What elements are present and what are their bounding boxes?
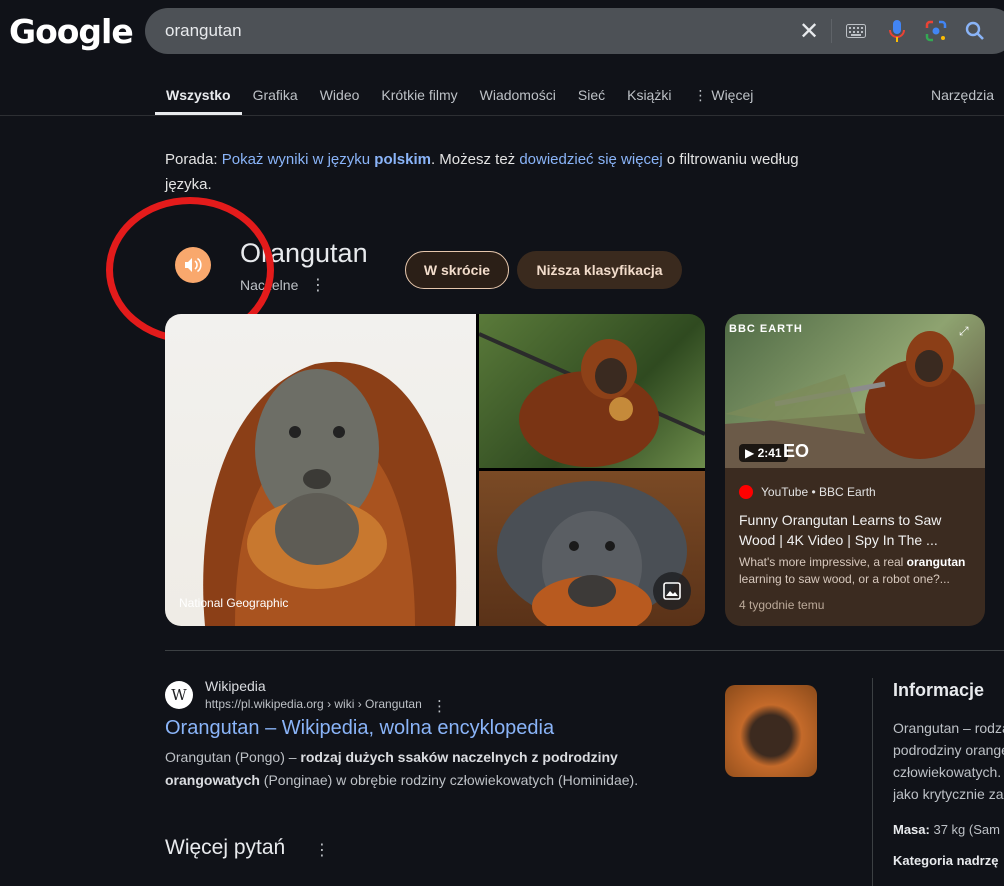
video-snippet: What's more impressive, a real orangutan… — [739, 554, 974, 588]
tab-images[interactable]: Grafika — [242, 75, 309, 115]
tip-link1-bold: polskim — [374, 151, 431, 168]
tip-link1-text: Pokaż wyniki w języku — [221, 151, 375, 168]
tab-news[interactable]: Wiadomości — [469, 75, 567, 115]
info-panel-description: Orangutan – rodza podrodziny orange czło… — [893, 717, 1004, 805]
tip-prefix: Porada: — [165, 151, 222, 168]
tab-books[interactable]: Książki — [616, 75, 682, 115]
video-snippet-bold: orangutan — [906, 555, 966, 569]
tabs-divider — [0, 115, 1004, 116]
tools-button[interactable]: Narzędzia — [931, 87, 994, 103]
wiki-snippet-c: (Ponginae) w obrębie rodziny człowiekowa… — [259, 772, 639, 788]
info-line: człowiekowatych. — [893, 764, 1002, 780]
tip-middle: . Możesz też — [430, 151, 520, 168]
video-title[interactable]: Funny Orangutan Learns to Saw Wood | 4K … — [739, 510, 974, 550]
chip-lower-classification[interactable]: Niższa klasyfikacja — [517, 251, 682, 289]
orangutan-tree-image[interactable] — [479, 314, 705, 468]
result-site-name[interactable]: Wikipedia — [205, 678, 266, 694]
result-snippet: Orangutan (Pongo) – rodzaj dużych ssaków… — [165, 746, 685, 792]
result-more-options-icon[interactable]: ⋮ — [432, 697, 447, 715]
wikipedia-icon[interactable]: W — [165, 681, 193, 709]
search-divider — [831, 19, 832, 43]
search-tabs: Wszystko Grafika Wideo Krótkie filmy Wia… — [155, 75, 764, 115]
more-questions-heading: Więcej pytań — [165, 836, 286, 859]
expand-icon[interactable]: ⤢ — [959, 324, 975, 340]
orangutan-male-image[interactable] — [479, 471, 705, 626]
mic-icon[interactable] — [885, 19, 909, 43]
google-logo[interactable]: Google — [9, 12, 134, 51]
info-mass: Masa: 37 kg (Sam — [893, 822, 1000, 837]
entity-more-options-icon[interactable]: ⋮ — [310, 275, 326, 295]
video-source: YouTube • BBC Earth — [761, 485, 876, 499]
search-icon[interactable] — [963, 19, 987, 43]
results-divider — [165, 650, 1004, 651]
chip-overview[interactable]: W skrócie — [405, 251, 509, 289]
image-icon — [663, 582, 681, 600]
info-panel-divider — [872, 678, 873, 886]
info-category-label: Kategoria nadrzę — [893, 853, 999, 868]
result-url[interactable]: https://pl.wikipedia.org › wiki › Orangu… — [205, 697, 422, 711]
more-questions-options-icon[interactable]: ⋮ — [314, 840, 330, 860]
info-line: podrodziny orange — [893, 742, 1004, 758]
info-line: jako krytycznie za — [893, 786, 1004, 802]
video-duration-text: 2:41 — [757, 446, 782, 460]
info-line: Orangutan – rodza — [893, 720, 1004, 736]
video-snippet-c: learning to saw wood, or a robot one?... — [739, 572, 950, 586]
tab-video[interactable]: Wideo — [309, 75, 371, 115]
tab-all[interactable]: Wszystko — [155, 75, 242, 115]
youtube-icon — [739, 485, 753, 499]
search-input[interactable] — [165, 8, 765, 54]
video-result-card[interactable]: BBC EARTH ⤢ ▶ 2:41 EO YouTube • BBC Eart… — [725, 314, 985, 626]
lens-icon[interactable] — [924, 19, 948, 43]
info-category[interactable]: Kategoria nadrzę — [893, 853, 998, 868]
orangutan-main-image[interactable]: National Geographic — [165, 314, 476, 626]
info-mass-value: 37 kg (Sam — [929, 822, 1000, 837]
result-thumbnail[interactable] — [725, 685, 817, 777]
image-source-label: National Geographic — [179, 596, 289, 610]
learn-more-link[interactable]: dowiedzieć się więcej — [519, 151, 662, 168]
tab-short-videos[interactable]: Krótkie filmy — [370, 75, 468, 115]
wiki-snippet-a: Orangutan (Pongo) – — [165, 749, 301, 765]
video-snippet-a: What's more impressive, a real — [739, 555, 907, 569]
info-mass-label: Masa: — [893, 822, 930, 837]
images-button[interactable] — [653, 572, 691, 610]
keyboard-icon[interactable] — [844, 19, 868, 43]
video-duration: ▶ 2:41 — [739, 444, 788, 462]
info-panel-title: Informacje — [893, 680, 985, 700]
tab-more[interactable]: ⋮ Więcej — [682, 75, 764, 115]
tab-web[interactable]: Sieć — [567, 75, 616, 115]
close-icon[interactable]: ✕ — [797, 18, 821, 45]
bbc-earth-logo: BBC EARTH — [729, 323, 803, 335]
result-title-link[interactable]: Orangutan – Wikipedia, wolna encyklopedi… — [165, 717, 554, 740]
language-tip: Porada: Pokaż wyniki w języku polskim. M… — [165, 147, 815, 197]
search-bar[interactable]: ✕ — [145, 8, 1004, 54]
video-overlay-text: EO — [783, 441, 810, 461]
video-thumbnail[interactable]: BBC EARTH ⤢ ▶ 2:41 EO — [725, 314, 985, 468]
image-grid: National Geographic — [165, 314, 705, 626]
video-timestamp: 4 tygodnie temu — [739, 598, 825, 612]
show-polish-results-link[interactable]: Pokaż wyniki w języku polskim — [222, 151, 431, 168]
